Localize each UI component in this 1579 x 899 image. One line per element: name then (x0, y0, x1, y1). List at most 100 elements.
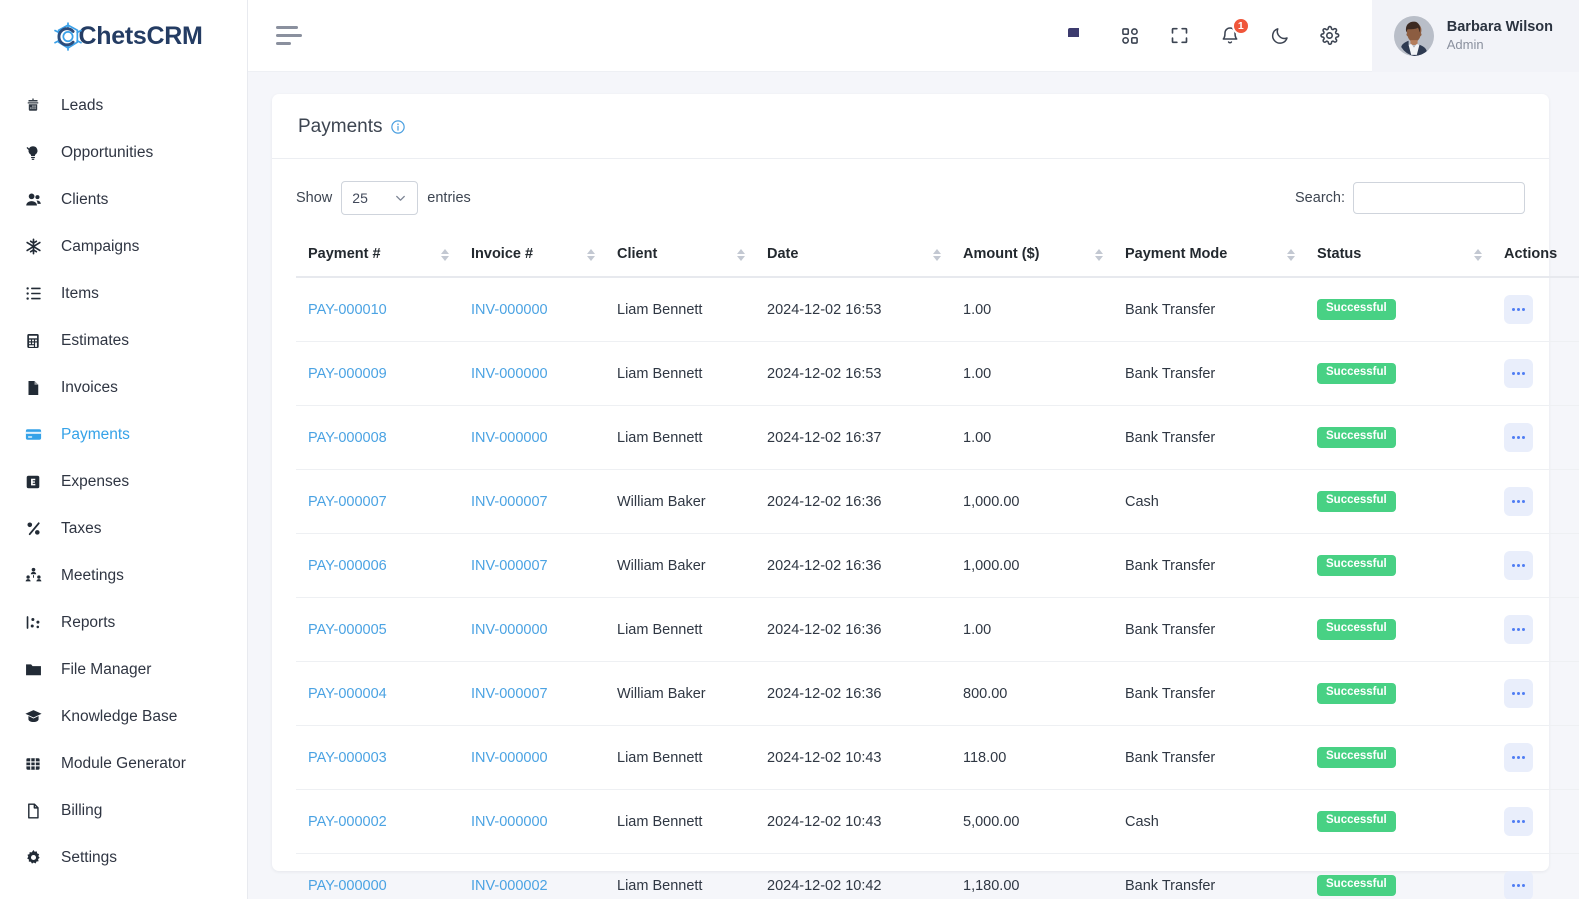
moon-icon[interactable] (1268, 24, 1292, 48)
invoice-link[interactable]: INV-000000 (471, 366, 548, 382)
sidebar-item-leads[interactable]: Leads (0, 82, 247, 129)
page-title: Payments (298, 116, 383, 137)
col-date[interactable]: Date (755, 233, 951, 278)
row-actions-button[interactable] (1504, 679, 1533, 708)
hamburger-icon[interactable] (276, 26, 302, 46)
row-actions-button[interactable] (1504, 423, 1533, 452)
page-length-select[interactable]: 25 (341, 181, 419, 215)
cell-amount: 1,000.00 (951, 469, 1113, 534)
sort-icon[interactable] (1287, 248, 1295, 261)
payment-link[interactable]: PAY-000010 (308, 302, 387, 318)
sidebar-item-campaigns[interactable]: Campaigns (0, 223, 247, 270)
payment-link[interactable]: PAY-000008 (308, 430, 387, 446)
language-flag-icon[interactable] (1067, 24, 1092, 48)
sidebar-item-meetings[interactable]: Meetings (0, 552, 247, 599)
entries-label: entries (427, 190, 471, 206)
cell-client: Liam Bennett (605, 341, 755, 406)
sidebar-item-settings[interactable]: Settings (0, 834, 247, 881)
payment-link[interactable]: PAY-000006 (308, 558, 387, 574)
cell-payment-mode: Bank Transfer (1113, 597, 1305, 662)
cell-actions (1492, 533, 1579, 598)
sidebar-item-label: File Manager (61, 660, 152, 678)
col-payment-mode[interactable]: Payment Mode (1113, 233, 1305, 278)
sort-icon[interactable] (587, 248, 595, 261)
row-actions-button[interactable] (1504, 743, 1533, 772)
cell-amount: 1,000.00 (951, 533, 1113, 598)
sidebar-item-module-generator[interactable]: Module Generator (0, 740, 247, 787)
table-tools: Show 25 entries Search: (296, 181, 1525, 215)
invoice-link[interactable]: INV-000000 (471, 814, 548, 830)
cell-status: Successful (1305, 853, 1492, 899)
sort-icon[interactable] (737, 248, 745, 261)
sidebar-item-clients[interactable]: Clients (0, 176, 247, 223)
sort-icon[interactable] (1474, 248, 1482, 261)
invoice-link[interactable]: INV-000000 (471, 750, 548, 766)
content-area: Payments Show 25 entries Search: Payment… (248, 72, 1579, 899)
row-actions-button[interactable] (1504, 295, 1533, 324)
table-row: PAY-000004 INV-000007 William Baker 2024-12… (296, 661, 1579, 726)
invoice-link[interactable]: INV-000000 (471, 302, 548, 318)
page-length-control: Show 25 entries (296, 181, 471, 215)
sort-icon[interactable] (441, 248, 449, 261)
payment-link[interactable]: PAY-000003 (308, 750, 387, 766)
invoice-link[interactable]: INV-000000 (471, 430, 548, 446)
table-row: PAY-000008 INV-000000 Liam Bennett 2024-12-… (296, 405, 1579, 470)
bell-icon[interactable]: 1 (1218, 16, 1250, 48)
payment-link[interactable]: PAY-000009 (308, 366, 387, 382)
payment-link[interactable]: PAY-000002 (308, 814, 387, 830)
sidebar-item-taxes[interactable]: Taxes (0, 505, 247, 552)
row-actions-button[interactable] (1504, 807, 1533, 836)
sidebar-item-billing[interactable]: Billing (0, 787, 247, 834)
invoice-link[interactable]: INV-000007 (471, 558, 548, 574)
col-amount[interactable]: Amount ($) (951, 233, 1113, 278)
col-payment-number[interactable]: Payment # (296, 233, 459, 278)
chets-logo-icon (51, 20, 85, 54)
col-invoice-number[interactable]: Invoice # (459, 233, 605, 278)
cell-client: William Baker (605, 469, 755, 534)
cell-invoice-number: INV-000000 (459, 405, 605, 470)
row-actions-button[interactable] (1504, 871, 1533, 899)
row-actions-button[interactable] (1504, 551, 1533, 580)
cell-actions (1492, 277, 1579, 342)
cell-payment-mode: Bank Transfer (1113, 533, 1305, 598)
col-client[interactable]: Client (605, 233, 755, 278)
calculator-icon (22, 330, 44, 352)
sidebar-item-knowledge-base[interactable]: Knowledge Base (0, 693, 247, 740)
row-actions-button[interactable] (1504, 359, 1533, 388)
sidebar-item-payments[interactable]: Payments (0, 411, 247, 458)
sidebar-item-expenses[interactable]: Expenses (0, 458, 247, 505)
payment-link[interactable]: PAY-000000 (308, 878, 387, 894)
fullscreen-icon[interactable] (1168, 24, 1192, 48)
payment-link[interactable]: PAY-000007 (308, 494, 387, 510)
invoice-link[interactable]: INV-000007 (471, 494, 548, 510)
brand-logo[interactable]: ChetsCRM (0, 0, 247, 72)
show-label: Show (296, 190, 333, 206)
col-status[interactable]: Status (1305, 233, 1492, 278)
row-actions-button[interactable] (1504, 615, 1533, 644)
invoice-link[interactable]: INV-000002 (471, 878, 548, 894)
cell-date: 2024-12-02 10:42 (755, 853, 951, 899)
cell-status: Successful (1305, 405, 1492, 470)
gear-icon[interactable] (1318, 24, 1342, 48)
cell-amount: 1,180.00 (951, 853, 1113, 899)
sidebar-item-items[interactable]: Items (0, 270, 247, 317)
info-circle-icon[interactable] (390, 119, 406, 135)
apps-grid-icon[interactable] (1118, 24, 1142, 48)
list-icon (22, 283, 44, 305)
payment-link[interactable]: PAY-000005 (308, 622, 387, 638)
sidebar-item-estimates[interactable]: Estimates (0, 317, 247, 364)
row-actions-button[interactable] (1504, 487, 1533, 516)
profile-menu[interactable]: Barbara Wilson Admin (1371, 0, 1579, 72)
sidebar-item-file-manager[interactable]: File Manager (0, 646, 247, 693)
search-input[interactable] (1353, 182, 1525, 214)
payment-link[interactable]: PAY-000004 (308, 686, 387, 702)
sidebar-item-reports[interactable]: Reports (0, 599, 247, 646)
sidebar-item-invoices[interactable]: Invoices (0, 364, 247, 411)
sort-icon[interactable] (933, 248, 941, 261)
sidebar-item-opportunities[interactable]: Opportunities (0, 129, 247, 176)
sidebar-item-label: Module Generator (61, 754, 186, 772)
brand-name: ChetsCRM (78, 21, 203, 50)
sort-icon[interactable] (1095, 248, 1103, 261)
invoice-link[interactable]: INV-000007 (471, 686, 548, 702)
invoice-link[interactable]: INV-000000 (471, 622, 548, 638)
